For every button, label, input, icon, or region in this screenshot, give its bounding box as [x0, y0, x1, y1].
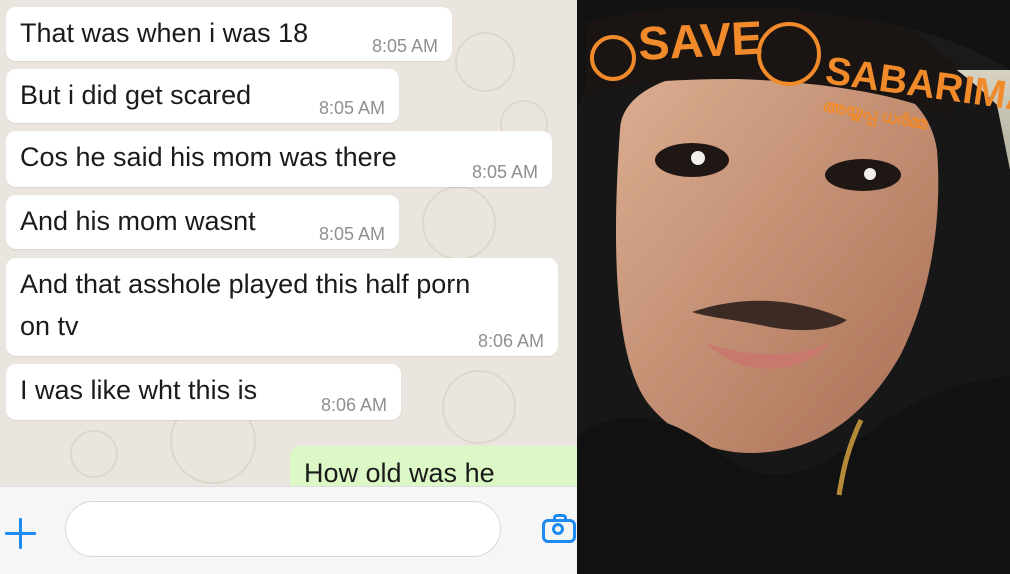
- plus-icon[interactable]: [3, 516, 37, 550]
- wallpaper-doodle: [455, 32, 515, 92]
- portrait-photo: SAVE SABARIMALA അയ്യപ്പ ധർമ്മ: [577, 0, 1010, 574]
- message-input[interactable]: [65, 501, 501, 557]
- message-text: That was when i was 18: [20, 18, 309, 48]
- chat-screenshot: That was when i was 18 8:05 AM But i did…: [0, 0, 577, 574]
- message-time: 8:06 AM: [320, 395, 387, 415]
- message-text: How old was he: [304, 458, 495, 488]
- message-text: Cos he said his mom was there: [20, 142, 397, 172]
- camera-icon[interactable]: [542, 513, 577, 547]
- camera-lens-icon: [552, 523, 564, 535]
- incoming-message: But i did get scared 8:05 AM: [6, 69, 399, 123]
- incoming-message: That was when i was 18 8:05 AM: [6, 7, 452, 61]
- message-text: But i did get scared: [20, 80, 252, 110]
- incoming-message: And that asshole played this half porn o…: [6, 258, 558, 356]
- incoming-message: Cos he said his mom was there 8:05 AM: [6, 131, 552, 187]
- message-text-continued: on tv: [20, 311, 79, 341]
- message-composer: [0, 486, 577, 574]
- message-text: And that asshole played this half porn: [20, 269, 471, 299]
- right-eye-highlight: [864, 168, 876, 180]
- message-time: 8:05 AM: [471, 162, 538, 182]
- left-eye-highlight: [691, 151, 705, 165]
- wallpaper-doodle: [442, 370, 516, 444]
- portrait-svg: SAVE SABARIMALA അയ്യപ്പ ധർമ്മ: [577, 0, 1010, 574]
- wallpaper-doodle: [70, 430, 118, 478]
- incoming-message: And his mom wasnt 8:05 AM: [6, 195, 399, 249]
- wallpaper-doodle: [422, 186, 496, 260]
- message-text: I was like wht this is: [20, 375, 258, 405]
- message-time: 8:05 AM: [318, 224, 385, 244]
- message-time: 8:05 AM: [318, 98, 385, 118]
- incoming-message: I was like wht this is 8:06 AM: [6, 364, 401, 420]
- headband-left-text: SAVE: [637, 11, 764, 70]
- message-time: 8:05 AM: [371, 36, 438, 56]
- message-text: And his mom wasnt: [20, 206, 256, 236]
- right-eye: [825, 159, 901, 191]
- message-time: 8:06 AM: [477, 331, 544, 351]
